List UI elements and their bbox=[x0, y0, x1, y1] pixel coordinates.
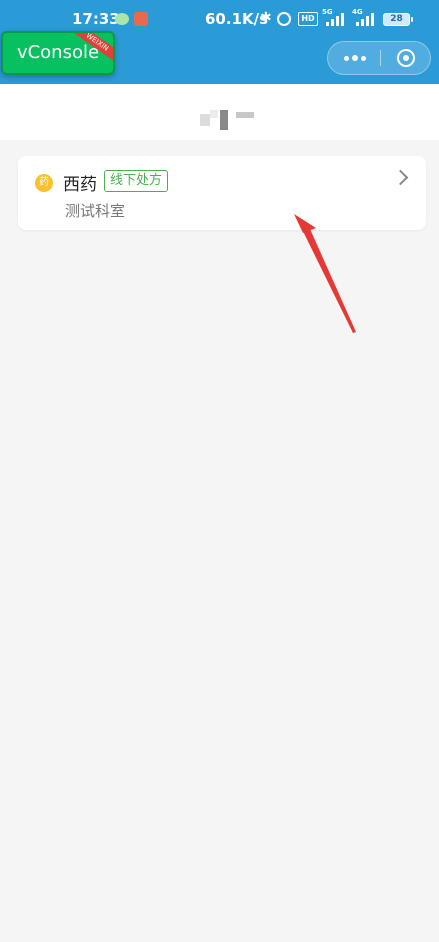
vconsole-label: vConsole bbox=[16, 42, 100, 63]
prescription-card[interactable]: 药 西药 线下处方 测试科室 bbox=[18, 156, 426, 230]
offline-prescription-tag: 线下处方 bbox=[104, 170, 169, 192]
bluetooth-icon: ✱ bbox=[260, 10, 272, 26]
alarm-icon bbox=[277, 12, 291, 26]
annotation-arrow bbox=[294, 214, 356, 333]
vconsole-button[interactable]: vConsole WEIXIN bbox=[1, 31, 115, 75]
status-bar: 17:33 60.1K/s ✱ HD 5G 4G 28 bbox=[0, 8, 439, 30]
miniprogram-capsule bbox=[327, 41, 431, 75]
network-speed: 60.1K/s bbox=[205, 10, 269, 28]
drug-icon: 药 bbox=[35, 174, 53, 192]
more-dots-icon[interactable] bbox=[328, 42, 380, 74]
page-title-blurred bbox=[198, 110, 258, 130]
hd-icon: HD bbox=[298, 12, 318, 26]
battery-icon: 28 bbox=[383, 13, 413, 26]
status-time: 17:33 bbox=[72, 10, 120, 28]
circle-close-icon[interactable] bbox=[381, 42, 431, 74]
signal-5g-icon: 5G bbox=[322, 8, 346, 26]
department: 测试科室 bbox=[65, 202, 126, 220]
wechat-notification-icon bbox=[115, 13, 129, 25]
drug-type: 西药 bbox=[63, 175, 97, 195]
recording-icon bbox=[134, 12, 148, 26]
signal-4g-icon: 4G bbox=[352, 8, 376, 26]
chevron-right-icon bbox=[392, 169, 409, 186]
